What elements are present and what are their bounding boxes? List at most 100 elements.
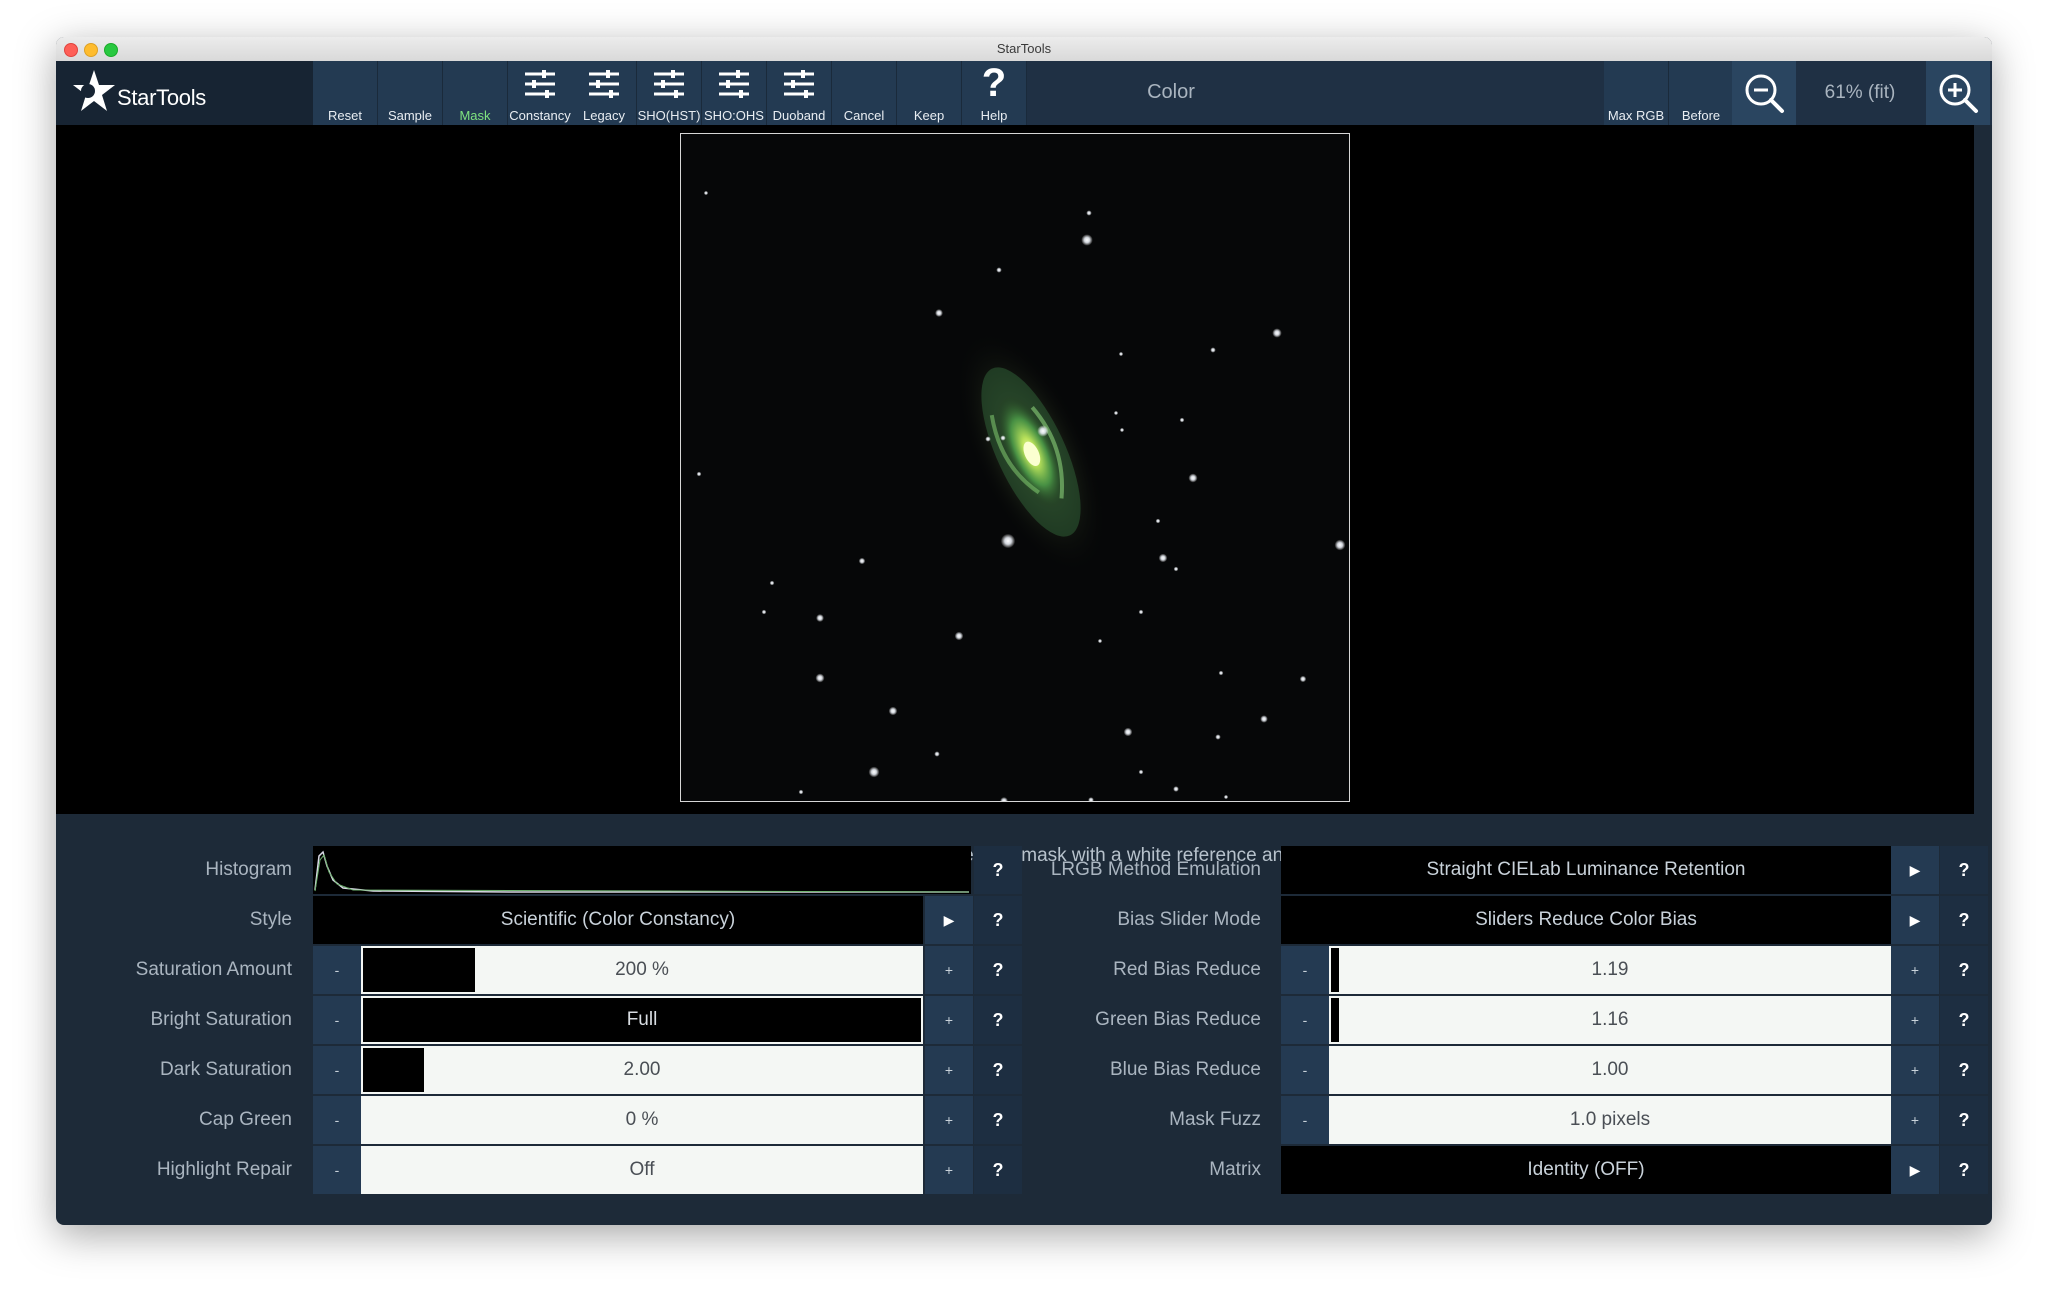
red-bias-reduce-value: 1.19 — [1591, 959, 1629, 980]
zoom-out-button[interactable] — [1732, 61, 1796, 125]
bright-saturation-decrease-button[interactable]: - — [313, 996, 361, 1044]
galaxy-image[interactable] — [681, 134, 1349, 801]
matrix-select[interactable]: Identity (OFF) — [1281, 1146, 1891, 1194]
lrgb-method-emulation-next-button[interactable]: ▶ — [1891, 846, 1939, 894]
red-bias-reduce-slider[interactable]: 1.19 — [1329, 946, 1891, 994]
red-bias-reduce-decrease-button[interactable]: - — [1281, 946, 1329, 994]
red-bias-reduce-label: Red Bias Reduce — [1113, 959, 1261, 980]
mask-fuzz-slider[interactable]: 1.0 pixels — [1329, 1096, 1891, 1144]
green-bias-reduce-increase-button[interactable]: + — [1891, 996, 1939, 1044]
matrix-help-button[interactable]: ? — [1940, 1146, 1988, 1194]
sliders-icon — [508, 67, 572, 106]
green-bias-reduce-decrease-button[interactable]: - — [1281, 996, 1329, 1044]
cap-green-decrease-button[interactable]: - — [313, 1096, 361, 1144]
zoom-in-button[interactable] — [1926, 61, 1990, 125]
dark-saturation-help-button[interactable]: ? — [974, 1046, 1022, 1094]
star-logo-icon — [73, 70, 115, 111]
green-bias-reduce-help-button[interactable]: ? — [1940, 996, 1988, 1044]
blue-bias-reduce-slider[interactable]: 1.00 — [1329, 1046, 1891, 1094]
dark-saturation-slider[interactable]: 2.00 — [361, 1046, 923, 1094]
dark-saturation-decrease-button[interactable]: - — [313, 1046, 361, 1094]
star-point — [954, 631, 964, 641]
star-point — [1138, 769, 1144, 775]
star-point — [858, 557, 866, 565]
style-next-button[interactable]: ▶ — [925, 896, 973, 944]
mask-fuzz-decrease-button[interactable]: - — [1281, 1096, 1329, 1144]
cap-green-help-button[interactable]: ? — [974, 1096, 1022, 1144]
saturation-amount-increase-button[interactable]: + — [925, 946, 973, 994]
saturation-amount-decrease-button[interactable]: - — [313, 946, 361, 994]
highlight-repair-decrease-button[interactable]: - — [313, 1146, 361, 1194]
sho-ohs-button[interactable]: SHO:OHS — [702, 61, 767, 125]
cap-green-increase-button[interactable]: + — [925, 1096, 973, 1144]
star-point — [935, 309, 943, 317]
cap-green-slider[interactable]: 0 % — [361, 1096, 923, 1144]
sho-hst-label: SHO(HST) — [637, 108, 701, 123]
bright-saturation-help-button[interactable]: ? — [974, 996, 1022, 1044]
highlight-repair-increase-button[interactable]: + — [925, 1146, 973, 1194]
style-help-button[interactable]: ? — [974, 896, 1022, 944]
highlight-repair-label: Highlight Repair — [156, 1159, 292, 1180]
star-point — [1081, 234, 1093, 246]
duoband-button[interactable]: Duoband — [767, 61, 832, 125]
bright-saturation-label: Bright Saturation — [150, 1009, 292, 1030]
blue-bias-reduce-decrease-button[interactable]: - — [1281, 1046, 1329, 1094]
mask-fuzz-help-button[interactable]: ? — [1940, 1096, 1988, 1144]
star-point — [996, 267, 1002, 273]
before-button[interactable]: Before — [1669, 61, 1734, 125]
red-bias-reduce-help-button[interactable]: ? — [1940, 946, 1988, 994]
highlight-repair-help-button[interactable]: ? — [974, 1146, 1022, 1194]
legacy-button[interactable]: Legacy — [572, 61, 637, 125]
bright-saturation-value: Full — [626, 1009, 658, 1030]
sho-ohs-label: SHO:OHS — [704, 108, 764, 123]
histogram-help-button[interactable]: ? — [974, 846, 1022, 894]
zoom-level: 61% (fit) — [1796, 61, 1924, 125]
blue-bias-reduce-increase-button[interactable]: + — [1891, 1046, 1939, 1094]
red-bias-reduce-increase-button[interactable]: + — [1891, 946, 1939, 994]
lrgb-method-emulation-help-button[interactable]: ? — [1940, 846, 1988, 894]
help-button[interactable]: ? Help — [962, 61, 1027, 125]
reset-button[interactable]: Reset — [313, 61, 378, 125]
vertical-scrollbar[interactable] — [1974, 125, 1992, 814]
highlight-repair-slider[interactable]: Off — [361, 1146, 923, 1194]
star-point — [1119, 427, 1125, 433]
bias-slider-mode-next-button[interactable]: ▶ — [1891, 896, 1939, 944]
constancy-button[interactable]: Constancy — [508, 61, 573, 125]
astro-image[interactable] — [680, 133, 1350, 802]
star-point — [1086, 210, 1092, 216]
constancy-label: Constancy — [509, 108, 571, 123]
blue-bias-reduce-help-button[interactable]: ? — [1940, 1046, 1988, 1094]
saturation-amount-slider[interactable]: 200 % — [361, 946, 923, 994]
star-point — [816, 614, 824, 622]
matrix-next-button[interactable]: ▶ — [1891, 1146, 1939, 1194]
star-point — [1000, 533, 1016, 549]
star-point — [1037, 425, 1049, 437]
star-point — [1138, 609, 1144, 615]
mask-fuzz-increase-button[interactable]: + — [1891, 1096, 1939, 1144]
green-bias-reduce-slider[interactable]: 1.16 — [1329, 996, 1891, 1044]
sliders-icon — [702, 67, 766, 106]
bias-slider-mode-select[interactable]: Sliders Reduce Color Bias — [1281, 896, 1891, 944]
star-point — [798, 789, 804, 795]
style-select[interactable]: Scientific (Color Constancy) — [313, 896, 923, 944]
lrgb-method-emulation-select[interactable]: Straight CIELab Luminance Retention — [1281, 846, 1891, 894]
keep-button[interactable]: Keep — [897, 61, 962, 125]
sho-hst-button[interactable]: SHO(HST) — [637, 61, 702, 125]
saturation-amount-help-button[interactable]: ? — [974, 946, 1022, 994]
star-point — [1173, 786, 1179, 792]
image-viewport[interactable] — [56, 125, 1974, 814]
cancel-button[interactable]: Cancel — [832, 61, 897, 125]
dark-saturation-increase-button[interactable]: + — [925, 1046, 973, 1094]
bright-saturation-increase-button[interactable]: + — [925, 996, 973, 1044]
sample-button[interactable]: Sample — [378, 61, 443, 125]
mask-button[interactable]: Mask — [443, 61, 508, 125]
bright-saturation-slider[interactable]: Full — [361, 996, 923, 1044]
before-label: Before — [1681, 108, 1721, 123]
duoband-label: Duoband — [772, 108, 826, 123]
sliders-icon — [637, 67, 701, 106]
keep-label: Keep — [913, 108, 945, 123]
toolbar: StarTools Reset Sample Mask Constancy Legacy… — [56, 61, 1992, 125]
star-point — [1123, 727, 1133, 737]
max-rgb-button[interactable]: Max RGB — [1604, 61, 1669, 125]
bias-slider-mode-help-button[interactable]: ? — [1940, 896, 1988, 944]
